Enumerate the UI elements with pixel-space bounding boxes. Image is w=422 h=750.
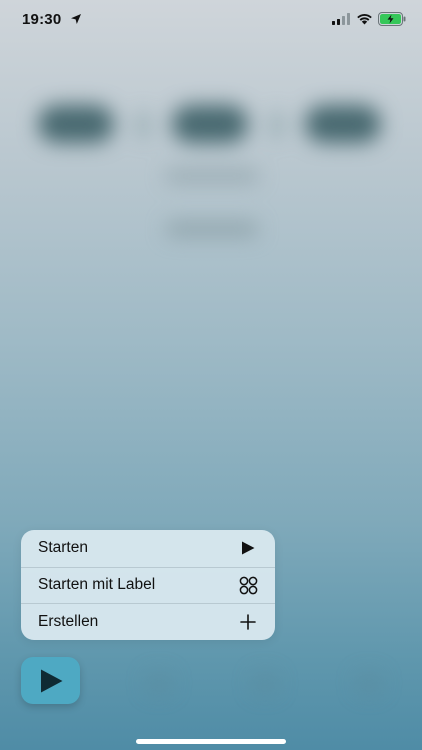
battery-charging-icon xyxy=(378,12,406,26)
menu-item-create[interactable]: Erstellen xyxy=(21,603,275,640)
status-bar: 19:30 xyxy=(0,0,422,44)
menu-item-start[interactable]: Starten xyxy=(21,530,275,567)
play-icon xyxy=(238,538,258,558)
cellular-signal-icon xyxy=(332,13,350,25)
status-time: 19:30 xyxy=(22,11,62,28)
blurred-subtitle xyxy=(165,170,259,182)
play-button[interactable] xyxy=(21,657,80,704)
menu-item-start-with-label[interactable]: Starten mit Label xyxy=(21,566,275,604)
blurred-tab-icon xyxy=(146,672,172,694)
menu-item-label: Erstellen xyxy=(38,612,99,630)
blurred-tab-icon xyxy=(252,672,278,694)
blurred-hours xyxy=(38,105,114,143)
play-icon xyxy=(40,669,62,692)
menu-item-label: Starten xyxy=(38,539,88,557)
context-menu: Starten Starten mit Label Erstellen xyxy=(21,530,275,640)
blurred-minutes xyxy=(172,105,248,143)
grid-circles-icon xyxy=(238,575,258,595)
home-indicator[interactable] xyxy=(136,739,286,744)
blurred-colon xyxy=(138,112,148,138)
blurred-seconds xyxy=(305,105,381,143)
location-arrow-icon xyxy=(71,14,81,24)
blurred-colon xyxy=(272,112,282,138)
menu-item-label: Starten mit Label xyxy=(38,576,156,594)
blurred-label xyxy=(166,221,258,237)
blurred-tab-icon xyxy=(356,672,382,694)
wifi-icon xyxy=(357,14,372,25)
plus-icon xyxy=(238,612,258,632)
